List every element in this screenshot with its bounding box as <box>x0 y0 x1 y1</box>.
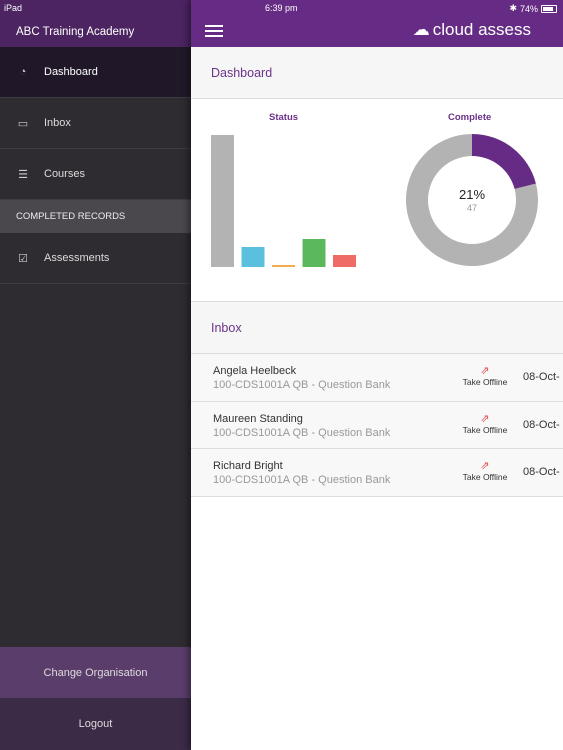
donut-slice <box>472 134 536 190</box>
sidebar-item-courses[interactable]: ☰ Courses <box>0 149 191 200</box>
assessment-name: 100-CDS1001A QB - Question Bank <box>213 426 391 439</box>
learner-name: Maureen Standing <box>213 412 303 425</box>
learner-name: Richard Bright <box>213 460 283 472</box>
sidebar-item-label: Assessments <box>44 252 110 264</box>
bluetooth-icon: ✱ <box>509 3 517 13</box>
charts-area: Status Complete 21% 47 <box>191 99 563 302</box>
status-bar <box>302 239 326 267</box>
status-bar <box>333 255 356 267</box>
inbox-row[interactable]: Angela Heelbeck 100-CDS1001A QB - Questi… <box>191 354 563 402</box>
sidebar-item-assessments[interactable]: ☑ Assessments <box>0 233 191 284</box>
device-label: iPad <box>4 3 23 13</box>
take-offline-label: Take Offline <box>462 472 508 482</box>
menu-icon[interactable] <box>205 25 223 40</box>
donut-center-sublabel: 47 <box>466 203 477 213</box>
inbox-title: Inbox <box>191 302 563 354</box>
clock: 6:39 pm <box>265 3 298 13</box>
pie-chart-icon: ◔ <box>19 66 27 78</box>
battery-icon <box>541 4 557 13</box>
status-bar-chart <box>211 135 356 267</box>
take-offline-label: Take Offline <box>462 377 508 387</box>
sidebar-item-label: Courses <box>44 168 85 180</box>
sidebar-item-dashboard[interactable]: ◔ Dashboard <box>0 47 191 98</box>
sidebar-item-label: Dashboard <box>44 66 98 78</box>
learner-name: Angela Heelbeck <box>213 365 297 377</box>
status-chart-title: Status <box>269 112 299 123</box>
share-icon: ⇗ <box>480 412 490 425</box>
status-bar <box>272 265 295 267</box>
battery-percent: 74% <box>519 3 538 14</box>
sidebar-item-inbox[interactable]: ▭ Inbox <box>0 98 191 149</box>
checkbox-icon: ☑ <box>18 252 28 265</box>
logout-button[interactable]: Logout <box>0 698 191 750</box>
complete-chart-title: Complete <box>448 112 492 123</box>
cloud-check-icon: ☁︎ <box>412 20 430 39</box>
logo: ☁︎ cloud assess <box>413 20 531 40</box>
assessment-name: 100-CDS1001A QB - Question Bank <box>213 474 391 486</box>
main-panel: ☁︎ cloud assess Dashboard Status Complete… <box>191 0 563 750</box>
date: 08-Oct- <box>523 418 560 431</box>
take-offline-button[interactable]: ⇗ Take Offline <box>457 460 513 482</box>
logo-text: cloud assess <box>432 20 531 39</box>
share-icon: ⇗ <box>480 365 490 377</box>
dashboard-title: Dashboard <box>191 47 563 99</box>
donut-center-label: 21% <box>458 187 486 202</box>
take-offline-button[interactable]: ⇗ Take Offline <box>457 365 513 387</box>
status-bar <box>211 135 234 267</box>
inbox-row[interactable]: Maureen Standing 100-CDS1001A QB - Quest… <box>191 401 563 449</box>
sidebar-item-label: Inbox <box>44 117 71 129</box>
inbox-row[interactable]: Richard Bright 100-CDS1001A QB - Questio… <box>191 449 563 497</box>
sidebar: ABC Training Academy ◔ Dashboard ▭ Inbox ☰… <box>0 0 191 750</box>
list-icon: ☰ <box>18 168 28 181</box>
completed-records-header: COMPLETED RECORDS <box>0 200 191 233</box>
change-organisation-button[interactable]: Change Organisation <box>0 647 191 698</box>
status-bar: iPad 6:39 pm ✱ 74% <box>0 0 563 16</box>
assessment-name: 100-CDS1001A QB - Question Bank <box>213 379 391 391</box>
date: 08-Oct- <box>523 466 560 478</box>
inbox-icon: ▭ <box>17 117 29 130</box>
take-offline-button[interactable]: ⇗ Take Offline <box>457 413 513 435</box>
share-icon: ⇗ <box>480 460 490 472</box>
status-bar <box>241 247 265 267</box>
take-offline-label: Take Offline <box>462 424 508 435</box>
date: 08-Oct- <box>523 371 560 383</box>
